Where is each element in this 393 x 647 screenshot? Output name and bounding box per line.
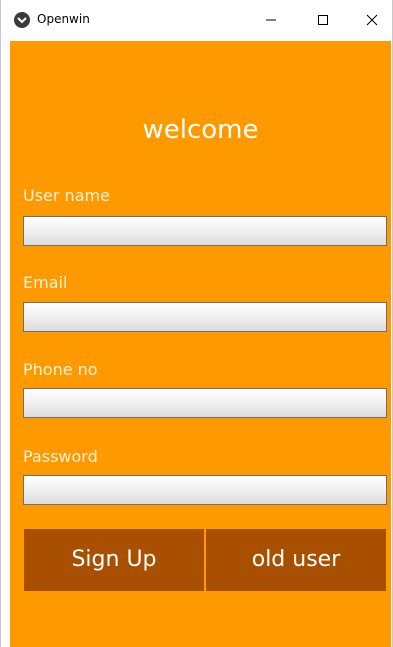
email-input[interactable] [23,302,387,332]
password-input[interactable] [23,475,387,505]
app-logo-icon [14,12,30,28]
phone-input[interactable] [23,388,387,418]
username-label: User name [23,186,110,205]
password-label: Password [23,447,98,466]
username-input[interactable] [23,216,387,246]
welcome-heading: welcome [142,115,259,145]
close-button[interactable] [346,0,393,40]
minimize-button[interactable] [245,0,297,40]
maximize-button[interactable] [297,0,349,40]
phone-label: Phone no [23,360,98,379]
app-window: Openwin welcome User name Email Phone no… [0,0,393,647]
window-title: Openwin [37,12,90,26]
close-icon [366,14,378,26]
email-label: Email [23,273,68,292]
title-bar[interactable]: Openwin [1,0,392,40]
signup-panel: welcome User name Email Phone no Passwor… [10,41,391,647]
old-user-button[interactable]: old user [206,529,386,591]
maximize-icon [318,15,328,25]
minimize-icon [266,19,276,21]
signup-button[interactable]: Sign Up [24,529,204,591]
